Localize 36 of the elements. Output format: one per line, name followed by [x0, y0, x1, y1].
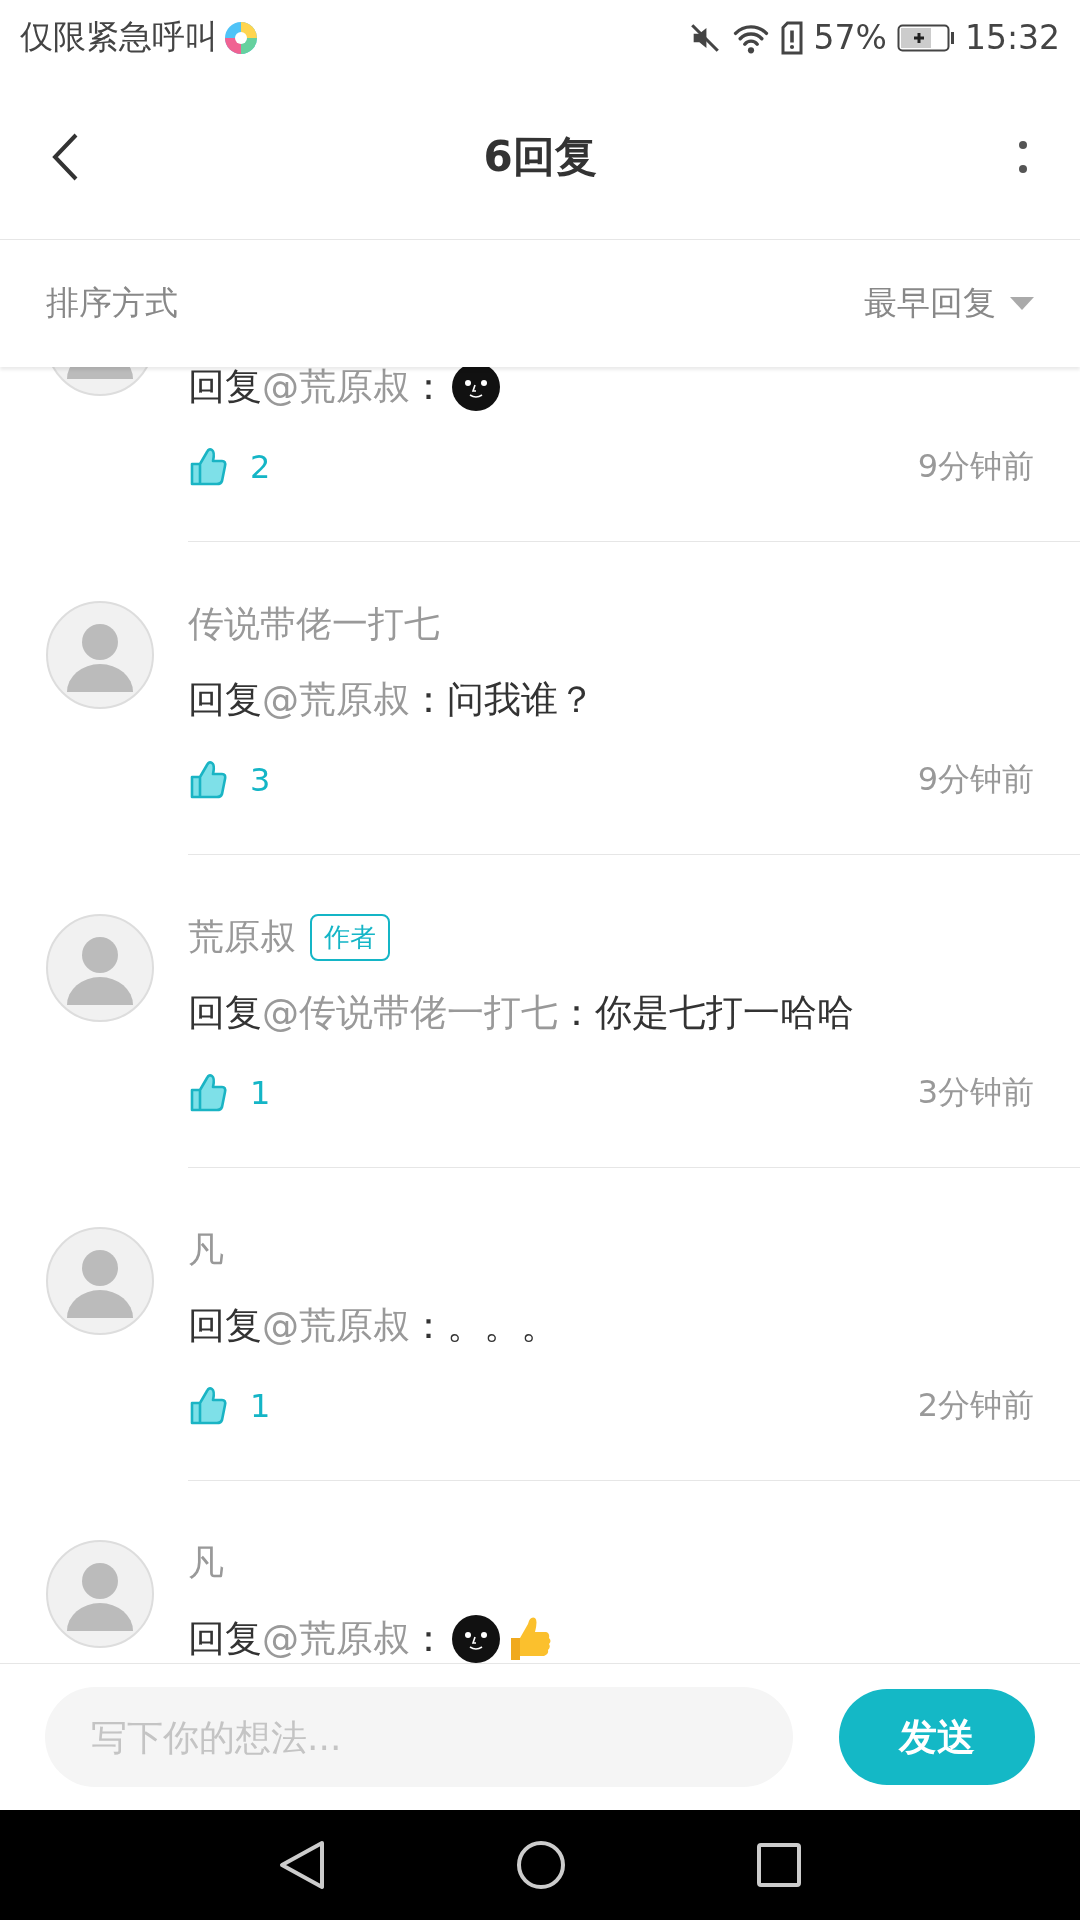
reply-text: 回复@荒原叔：问我谁？ [188, 677, 595, 723]
back-icon[interactable] [50, 132, 80, 182]
author-name[interactable]: 凡 [188, 1225, 224, 1275]
comment-time: 9分钟前 [917, 759, 1034, 800]
like-button[interactable]: 1 [188, 1386, 271, 1426]
more-icon[interactable] [1018, 140, 1028, 174]
status-text: 仅限紧急呼叫 [20, 16, 218, 58]
battery-percent: 57% [813, 18, 887, 57]
reply-text: 回复@荒原叔： [188, 1616, 447, 1662]
comment-time: 2分钟前 [917, 1385, 1034, 1426]
reply-text: 回复@荒原叔：。。。 [188, 1303, 558, 1349]
sim-alert-icon [779, 20, 804, 55]
home-icon[interactable] [516, 1840, 566, 1890]
caret-icon [1010, 296, 1034, 311]
app-icon [224, 20, 258, 55]
author-name[interactable]: 传说带佬一打七 [188, 599, 440, 649]
comment-time: 9分钟前 [917, 446, 1034, 487]
sort-dropdown[interactable]: 最早回复 [864, 281, 1034, 326]
like-button[interactable]: 1 [188, 1073, 271, 1113]
reply-text: 回复@传说带佬一打七：你是七打一哈哈 [188, 990, 854, 1036]
clock: 15:32 [964, 18, 1060, 57]
author-badge: 作者 [310, 913, 390, 961]
author-name[interactable]: 荒原叔 [188, 912, 296, 962]
battery-charging-icon [896, 23, 955, 52]
author-name[interactable]: 凡 [188, 1538, 224, 1588]
like-button[interactable]: 3 [188, 760, 271, 800]
send-button[interactable]: 发送 [839, 1689, 1035, 1785]
page-title: 6回复 [483, 131, 597, 183]
reply-text: 回复@荒原叔： [188, 367, 447, 410]
smiley-face-icon [451, 367, 501, 412]
recents-icon[interactable] [756, 1842, 802, 1888]
sort-label: 排序方式 [46, 282, 178, 324]
back-icon[interactable] [278, 1839, 326, 1891]
comment-time: 3分钟前 [917, 1072, 1034, 1113]
like-button[interactable]: 2 [188, 447, 271, 487]
smiley-face-icon [451, 1614, 501, 1663]
